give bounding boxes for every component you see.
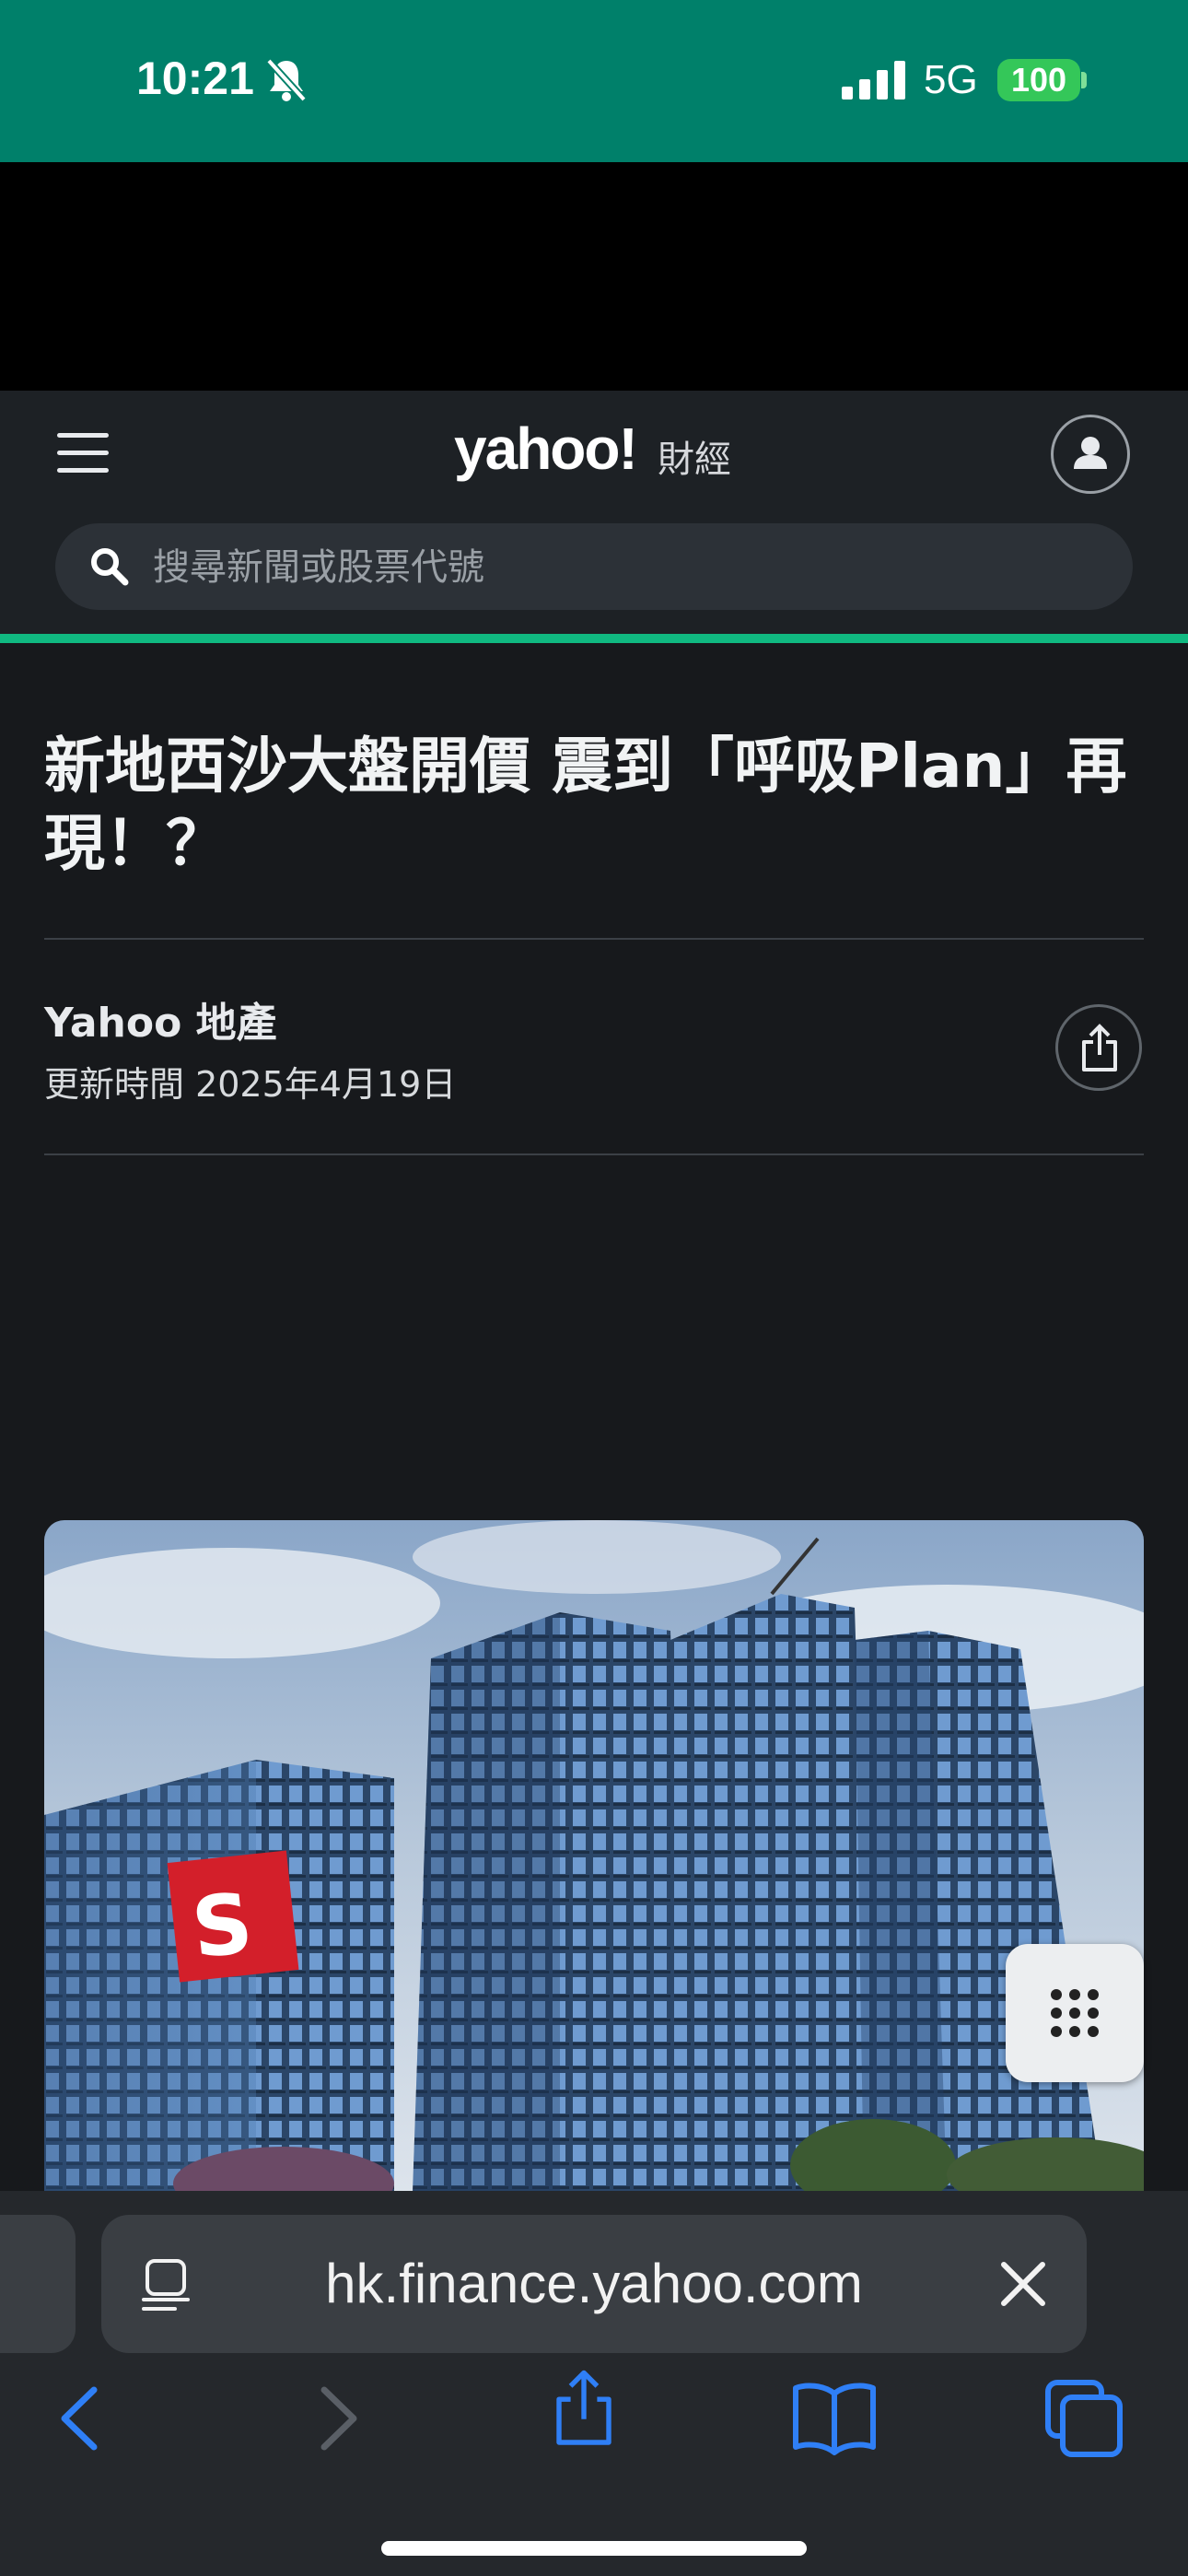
divider <box>44 938 1144 940</box>
url-text[interactable]: hk.finance.yahoo.com <box>101 2215 1087 2353</box>
logo-subtitle[interactable]: 財經 <box>658 429 731 483</box>
svg-text:S: S <box>188 1875 257 1977</box>
header-accent-line <box>0 634 1188 643</box>
search-bar[interactable] <box>55 523 1133 612</box>
close-icon[interactable] <box>995 2255 1052 2313</box>
article-photo[interactable]: S <box>44 1520 1144 2193</box>
back-icon[interactable] <box>37 2377 129 2460</box>
bookmarks-icon[interactable] <box>788 2377 880 2460</box>
address-bar[interactable]: hk.finance.yahoo.com <box>101 2215 1087 2353</box>
article-author[interactable]: Yahoo 地產 <box>44 989 277 1048</box>
search-input[interactable] <box>151 523 1076 612</box>
network-label: 5G <box>924 57 978 102</box>
forward-icon[interactable] <box>289 2377 381 2460</box>
share-icon[interactable] <box>1055 1004 1142 1091</box>
bell-slash-icon <box>266 58 307 102</box>
user-icon[interactable] <box>1051 415 1130 494</box>
previous-tab-preview[interactable] <box>0 2215 76 2353</box>
article-headline: 新地西沙大盤開價 震到「呼吸Plan」再現！？ <box>44 731 1127 879</box>
hamburger-icon[interactable] <box>57 433 109 474</box>
search-icon <box>91 548 129 586</box>
grid-dots-icon[interactable] <box>1006 1944 1144 2082</box>
battery-tip <box>1081 72 1087 88</box>
home-indicator[interactable] <box>381 2541 807 2556</box>
yahoo-logo[interactable]: yahoo! <box>454 415 638 483</box>
signal-icon <box>842 61 905 100</box>
status-time: 10:21 <box>136 53 254 104</box>
share-icon[interactable] <box>538 2368 630 2451</box>
divider <box>44 1153 1144 1155</box>
battery-icon: 100 <box>997 59 1080 101</box>
tabs-icon[interactable] <box>1039 2377 1131 2460</box>
article-updated-time: 更新時間 2025年4月19日 <box>44 1064 457 1105</box>
ad-placeholder <box>0 162 1188 391</box>
